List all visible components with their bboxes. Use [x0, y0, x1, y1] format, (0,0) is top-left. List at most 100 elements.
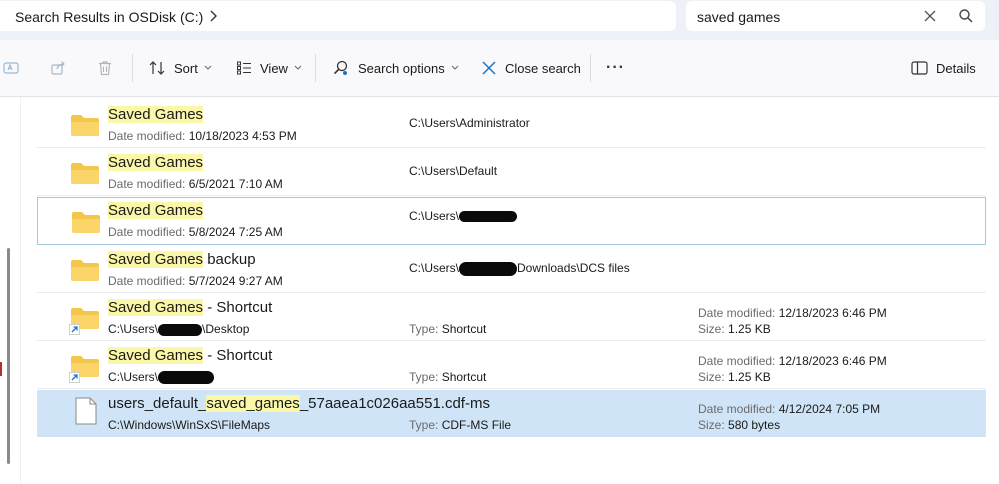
path-text: C:\Users\	[409, 209, 460, 223]
name-highlight: Saved Games	[108, 251, 204, 268]
path-text: C:\Users\Administrator	[409, 116, 530, 130]
item-name: Saved Games backup	[108, 251, 256, 268]
navigation-pane-edge	[0, 97, 21, 484]
row-divider	[37, 388, 986, 389]
sort-label: Sort	[174, 60, 198, 76]
type-value: CDF-MS File	[441, 418, 512, 432]
item-location: C:\Users\	[108, 370, 215, 385]
path-text-tail: Downloads\DCS files	[517, 261, 630, 275]
name-highlight: Saved Games	[108, 299, 204, 316]
name-highlight: Saved Games	[108, 347, 204, 364]
size-label: Size:	[698, 370, 725, 384]
date-label: Date modified:	[108, 274, 186, 288]
result-row-selected[interactable]: users_default_saved_games_57aaea1c026aa5…	[37, 390, 986, 437]
name-rest: - Shortcut	[203, 299, 273, 316]
nav-indicator	[0, 362, 2, 376]
path-text: C:\Users\Default	[409, 164, 498, 178]
date-value: 6/5/2021 7:10 AM	[188, 177, 283, 191]
item-location: C:\Windows\WinSxS\FileMaps	[108, 418, 270, 432]
search-box[interactable]: saved games	[686, 1, 985, 31]
close-search-button[interactable]: Close search	[481, 40, 581, 96]
item-name: Saved Games	[108, 202, 204, 219]
address-search-bar: Search Results in OSDisk (C:) saved game…	[0, 0, 999, 40]
search-input[interactable]: saved games	[697, 9, 780, 25]
details-button[interactable]: Details	[911, 40, 976, 96]
search-icon[interactable]	[958, 8, 974, 24]
folder-icon	[72, 212, 100, 233]
name-highlight: saved_games	[206, 395, 300, 412]
shortcut-arrow-icon	[69, 324, 80, 335]
item-location: C:\Users\ \Desktop	[108, 322, 249, 336]
result-row[interactable]: Saved Games Date modified: 6/5/2021 7:10…	[37, 149, 986, 196]
folder-icon	[71, 163, 99, 184]
address-bar[interactable]: Search Results in OSDisk (C:)	[0, 1, 676, 31]
name-highlight: Saved Games	[108, 154, 204, 171]
view-list-icon	[237, 61, 251, 75]
item-size: Size: 1.25 KB	[698, 370, 771, 384]
type-value: Shortcut	[441, 322, 487, 336]
date-value: 12/18/2023 6:46 PM	[778, 306, 887, 320]
address-text: Search Results in OSDisk (C:)	[15, 9, 204, 25]
date-value: 4/12/2024 7:05 PM	[778, 402, 881, 416]
item-folder-path: C:\Users\	[409, 209, 518, 223]
share-button[interactable]	[49, 40, 67, 96]
item-name: Saved Games - Shortcut	[108, 299, 272, 316]
item-size: Size: 1.25 KB	[698, 322, 771, 336]
item-name: users_default_saved_games_57aaea1c026aa5…	[108, 395, 490, 412]
toolbar-separator	[315, 54, 316, 82]
item-type: Type: Shortcut	[409, 370, 486, 384]
redaction-mark	[158, 323, 203, 336]
more-options-button[interactable]: ···	[606, 40, 625, 96]
name-rest: _57aaea1c026aa551.cdf-ms	[299, 395, 490, 412]
result-row[interactable]: Saved Games backup Date modified: 5/7/20…	[37, 246, 986, 293]
rename-button[interactable]	[2, 40, 20, 96]
size-value: 1.25 KB	[728, 322, 771, 336]
row-divider	[37, 340, 986, 341]
name-highlight: Saved Games	[108, 106, 204, 123]
location-text: C:\Windows\WinSxS\FileMaps	[108, 418, 271, 432]
view-button[interactable]: View	[236, 40, 302, 96]
item-date-modified: Date modified: 12/18/2023 6:46 PM	[698, 306, 887, 320]
date-value: 10/18/2023 4:53 PM	[188, 129, 297, 143]
item-folder-path: C:\Users\Default	[409, 164, 497, 178]
clear-search-icon[interactable]	[923, 9, 937, 23]
search-options-button[interactable]: Search options	[332, 40, 459, 96]
date-label: Date modified:	[698, 306, 776, 320]
file-icon	[75, 397, 97, 425]
scrollbar-thumb[interactable]	[7, 248, 10, 464]
search-options-icon	[333, 60, 348, 75]
details-pane-icon	[911, 61, 928, 75]
item-date-modified: Date modified: 10/18/2023 4:53 PM	[108, 129, 297, 143]
type-label: Type:	[409, 370, 439, 384]
result-row-focused[interactable]: Saved Games Date modified: 5/8/2024 7:25…	[37, 197, 986, 245]
location-text-tail: \Desktop	[202, 322, 250, 336]
date-value: 5/8/2024 7:25 AM	[188, 225, 283, 239]
size-label: Size:	[698, 322, 725, 336]
sort-button[interactable]: Sort	[148, 40, 212, 96]
redaction-mark	[459, 261, 518, 276]
view-label: View	[260, 60, 288, 76]
result-row[interactable]: Saved Games - Shortcut C:\Users\ Type: S…	[37, 342, 986, 389]
toolbar-separator	[132, 54, 133, 82]
rename-icon	[3, 62, 19, 74]
row-divider	[37, 292, 986, 293]
location-text: C:\Users\	[108, 322, 159, 336]
row-divider	[37, 147, 986, 148]
delete-button[interactable]	[96, 40, 114, 96]
chevron-right-icon[interactable]	[206, 9, 220, 23]
item-date-modified: Date modified: 6/5/2021 7:10 AM	[108, 177, 283, 191]
toolbar-separator	[590, 54, 591, 82]
type-label: Type:	[409, 418, 439, 432]
item-date-modified: Date modified: 5/8/2024 7:25 AM	[108, 225, 283, 239]
location-text: C:\Users\	[108, 370, 159, 384]
date-value: 12/18/2023 6:46 PM	[778, 354, 887, 368]
item-name: Saved Games - Shortcut	[108, 347, 272, 364]
type-label: Type:	[409, 322, 439, 336]
sort-icon	[149, 61, 165, 75]
share-icon	[51, 61, 65, 75]
result-row[interactable]: Saved Games - Shortcut C:\Users\ \Desktop…	[37, 294, 986, 341]
item-date-modified: Date modified: 5/7/2024 9:27 AM	[108, 274, 283, 288]
result-row[interactable]: Saved Games Date modified: 10/18/2023 4:…	[37, 101, 986, 148]
size-value: 580 bytes	[728, 418, 781, 432]
type-value: Shortcut	[441, 370, 487, 384]
